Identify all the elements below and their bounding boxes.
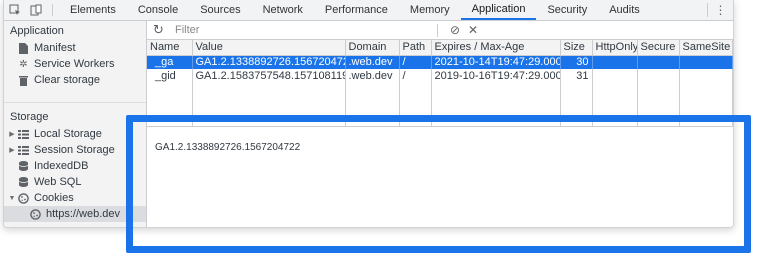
cookie-path[interactable]: / [399,69,432,83]
cookie-path[interactable]: / [399,55,432,69]
cookie-name[interactable]: _ga [147,55,193,69]
cookie-value[interactable]: GA1.2.1338892726.1567204722 [192,55,346,69]
column-header-name[interactable]: Name [147,40,193,56]
cookie-secure[interactable] [637,55,680,69]
trash-icon [17,74,30,86]
filter-input[interactable]: Filter [175,24,437,36]
tabbar-separator [52,4,53,16]
table-header-row: Name Value Domain Path Expires / Max-Age… [147,40,733,56]
sidebar-item-label: Clear storage [34,74,101,86]
column-header-secure[interactable]: Secure [637,40,680,56]
cookie-value-preview-text[interactable]: GA1.2.1338892726.1567204722 [155,142,300,153]
cookie-value[interactable]: GA1.2.1583757548.1571081194 [192,69,346,83]
more-options-icon[interactable]: ⋮ [707,3,733,17]
cookie-secure[interactable] [637,69,680,83]
cookies-panel: ↻ Filter ⊘ ✕ Name Value Domain Path Expi… [147,21,733,227]
cookie-name[interactable]: _gid [147,69,193,83]
sidebar-item-label: https://web.dev [46,208,120,220]
delete-selected-icon[interactable]: ✕ [464,23,482,37]
cookie-value-preview: GA1.2.1338892726.1567204722 [147,139,733,227]
sidebar-item-clear-storage[interactable]: Clear storage [4,72,146,88]
cookie-samesite[interactable] [679,55,733,69]
tab-security[interactable]: Security [536,0,598,20]
refresh-icon[interactable]: ↻ [153,22,169,38]
sidebar-item-label: Local Storage [34,128,102,140]
application-sidebar: Application Manifest ✲ Service Workers C… [4,21,147,227]
cookie-domain[interactable]: .web.dev [345,69,400,83]
cookies-toolbar: ↻ Filter ⊘ ✕ [147,21,733,40]
column-header-httponly[interactable]: HttpOnly [592,40,638,56]
cookie-domain[interactable]: .web.dev [345,55,400,69]
sidebar-item-label: Manifest [34,42,76,54]
sidebar-item-label: Cookies [34,192,74,204]
tab-elements[interactable]: Elements [59,0,127,20]
column-header-samesite[interactable]: SameSite [679,40,733,56]
grid-icon [17,128,30,140]
cookie-samesite[interactable] [679,69,733,83]
database-icon [17,176,30,188]
sidebar-item-manifest[interactable]: Manifest [4,40,146,56]
sidebar-section-storage: Storage [10,110,49,123]
expand-arrow-icon[interactable]: ▶ [7,146,17,154]
document-icon [17,42,30,54]
sidebar-section-application: Application [10,24,64,37]
column-header-path[interactable]: Path [399,40,432,56]
sidebar-item-local-storage[interactable]: ▶ Local Storage [4,126,146,142]
column-header-expires[interactable]: Expires / Max-Age [431,40,561,56]
sidebar-item-cookies[interactable]: ▼ Cookies [4,190,146,206]
sidebar-item-label: Web SQL [34,176,82,188]
cookie-expires[interactable]: 2019-10-16T19:47:29.000Z [431,69,561,83]
tab-network[interactable]: Network [252,0,314,20]
cookie-httponly[interactable] [592,69,638,83]
toolbar-separator [437,23,438,37]
table-empty-row [147,83,733,100]
grid-icon [17,144,30,156]
cookie-icon [17,192,30,204]
table-row[interactable]: _gid GA1.2.1583757548.1571081194 .web.de… [147,69,733,83]
column-header-value[interactable]: Value [192,40,346,56]
cookie-size[interactable]: 30 [560,55,593,69]
cookie-expires[interactable]: 2021-10-14T19:47:29.000Z [431,55,561,69]
gear-icon: ✲ [19,58,28,70]
collapse-arrow-icon[interactable]: ▼ [7,195,17,202]
sidebar-item-cookie-origin[interactable]: https://web.dev [4,206,146,222]
sidebar-item-label: Service Workers [34,58,115,70]
cookies-table: Name Value Domain Path Expires / Max-Age… [147,40,733,127]
inspect-element-icon[interactable] [4,0,25,20]
column-header-size[interactable]: Size [560,40,593,56]
cookie-size[interactable]: 31 [560,69,593,83]
table-row[interactable]: _ga GA1.2.1338892726.1567204722 .web.dev… [147,55,733,69]
tab-application[interactable]: Application [460,0,537,20]
tab-audits[interactable]: Audits [598,0,651,20]
tab-sources[interactable]: Sources [189,0,251,20]
sidebar-item-label: Session Storage [34,144,115,156]
cookie-httponly[interactable] [592,55,638,69]
devtools-tabbar: Elements Console Sources Network Perform… [4,0,733,21]
table-empty-row [147,117,733,127]
expand-arrow-icon[interactable]: ▶ [7,130,17,138]
tab-performance[interactable]: Performance [314,0,399,20]
sidebar-item-service-workers[interactable]: ✲ Service Workers [4,56,146,72]
cookie-icon [29,208,42,220]
sidebar-divider [4,102,146,103]
clear-all-icon[interactable]: ⊘ [446,23,464,37]
devtools-window: Elements Console Sources Network Perform… [3,0,734,228]
sidebar-item-session-storage[interactable]: ▶ Session Storage [4,142,146,158]
sidebar-item-label: IndexedDB [34,160,89,172]
sidebar-item-web-sql[interactable]: Web SQL [4,174,146,190]
device-toolbar-icon[interactable] [25,0,46,20]
tab-console[interactable]: Console [127,0,189,20]
table-empty-row [147,100,733,117]
column-header-domain[interactable]: Domain [345,40,400,56]
sidebar-item-indexeddb[interactable]: IndexedDB [4,158,146,174]
database-icon [17,160,30,172]
tabbar-spacer [651,0,707,20]
tab-memory[interactable]: Memory [399,0,461,20]
